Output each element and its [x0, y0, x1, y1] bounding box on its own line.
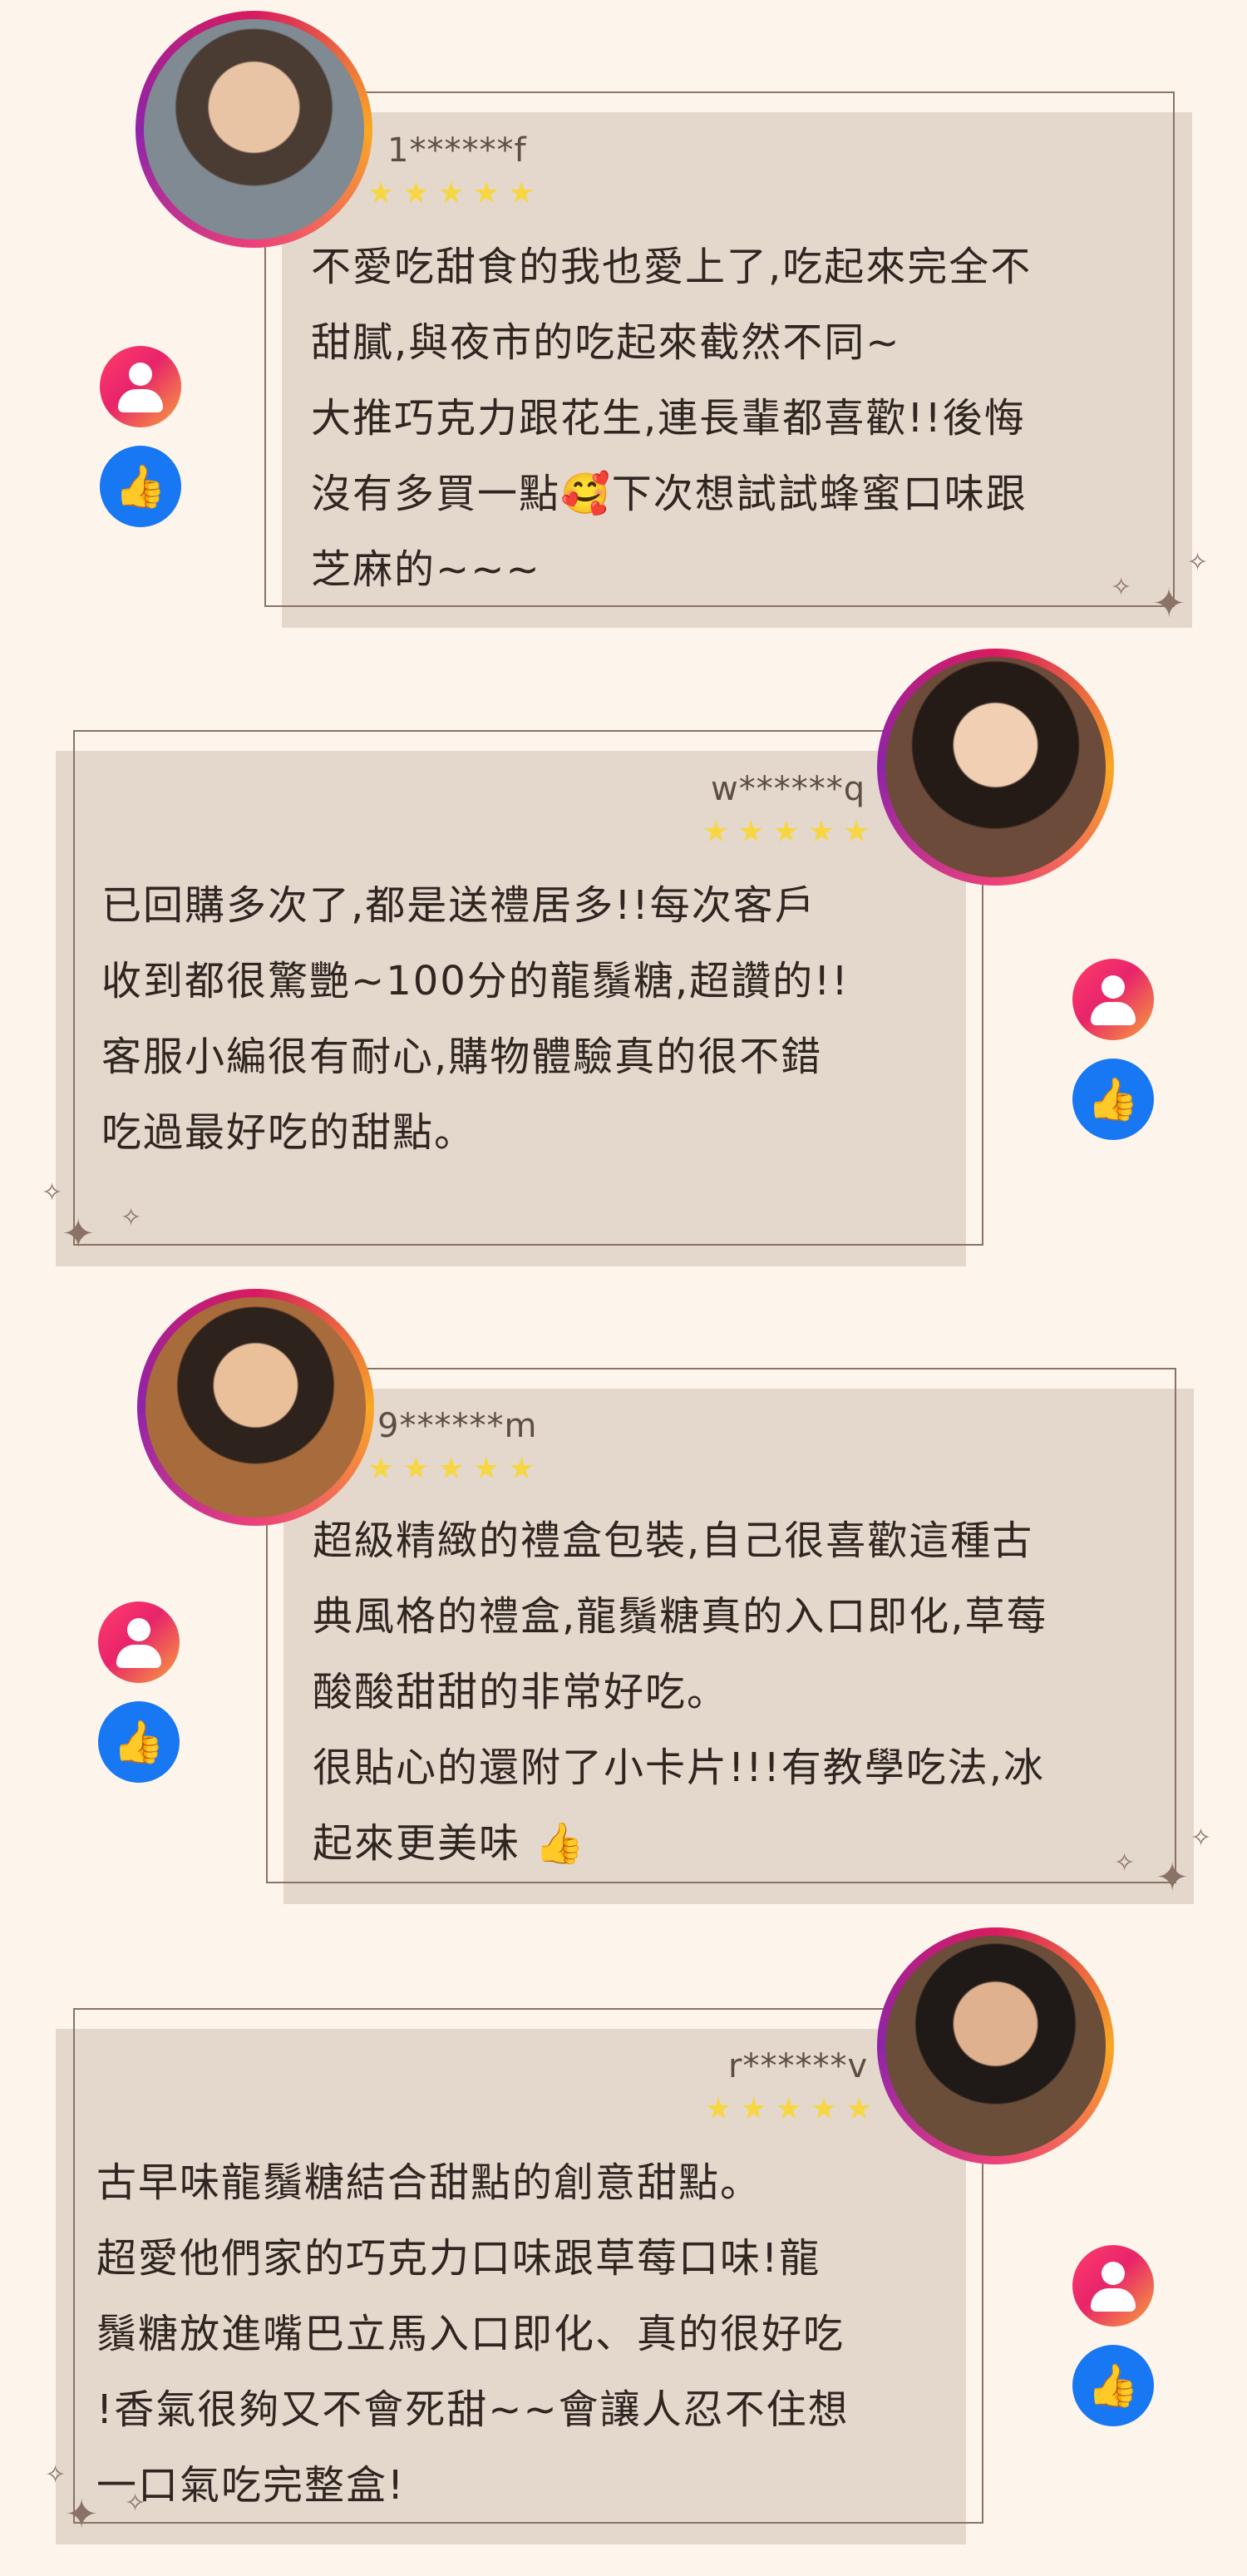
reviewer-name: r******v [728, 2047, 869, 2085]
profile-icon[interactable] [1072, 959, 1154, 1040]
reviewer-name: 9******m [377, 1407, 538, 1445]
sparkle-icon: ✧ [125, 2489, 146, 2518]
star-rating: ★★★★★ [367, 176, 544, 210]
reviewer-name: 1******f [387, 131, 527, 170]
sparkle-icon: ✦ [65, 2491, 99, 2538]
star-rating: ★★★★★ [702, 815, 879, 849]
thumbs-up-icon[interactable]: 👍 [98, 1701, 180, 1783]
reviewer-avatar-1 [136, 11, 372, 248]
profile-icon[interactable] [98, 1601, 180, 1683]
review-text: 超級精緻的禮盒包裝,自己很喜歡這種古 典風格的禮盒,龍鬚糖真的入口即化,草莓 酸… [313, 1517, 1048, 1867]
review-text: 已回購多次了,都是送禮居多!!每次客戶 收到都很驚艷~100分的龍鬚糖,超讚的!… [101, 882, 850, 1156]
sparkle-icon: ✦ [1152, 580, 1186, 627]
sparkle-icon: ✧ [1114, 1848, 1136, 1878]
reviewer-avatar-2 [877, 649, 1114, 886]
thumbs-up-icon[interactable]: 👍 [100, 446, 181, 527]
sparkle-icon: ✧ [42, 1178, 63, 1207]
sparkle-icon: ✧ [1187, 548, 1209, 577]
sparkle-icon: ✧ [1111, 573, 1132, 602]
sparkle-icon: ✦ [1156, 1854, 1190, 1901]
sparkle-icon: ✧ [45, 2460, 67, 2490]
star-rating: ★★★★★ [367, 1452, 544, 1486]
profile-icon[interactable] [100, 346, 181, 427]
review-text: 古早味龍鬚糖結合甜點的創意甜點。 超愛他們家的巧克力口味跟草莓口味!龍 鬚糖放進… [96, 2159, 850, 2509]
profile-icon[interactable] [1072, 2245, 1154, 2327]
sparkle-icon: ✧ [1190, 1823, 1212, 1853]
reviewer-avatar-3 [137, 1289, 374, 1526]
thumbs-up-icon[interactable]: 👍 [1072, 1059, 1154, 1140]
star-rating: ★★★★★ [705, 2092, 881, 2126]
sparkle-icon: ✦ [62, 1211, 96, 1257]
reviewer-avatar-4 [877, 1927, 1114, 2164]
thumbs-up-icon[interactable]: 👍 [1072, 2345, 1154, 2426]
review-text: 不愛吃甜食的我也愛上了,吃起來完全不 甜膩,與夜市的吃起來截然不同~ 大推巧克力… [311, 244, 1033, 593]
sparkle-icon: ✧ [121, 1203, 142, 1232]
reviewer-name: w******q [711, 770, 866, 808]
